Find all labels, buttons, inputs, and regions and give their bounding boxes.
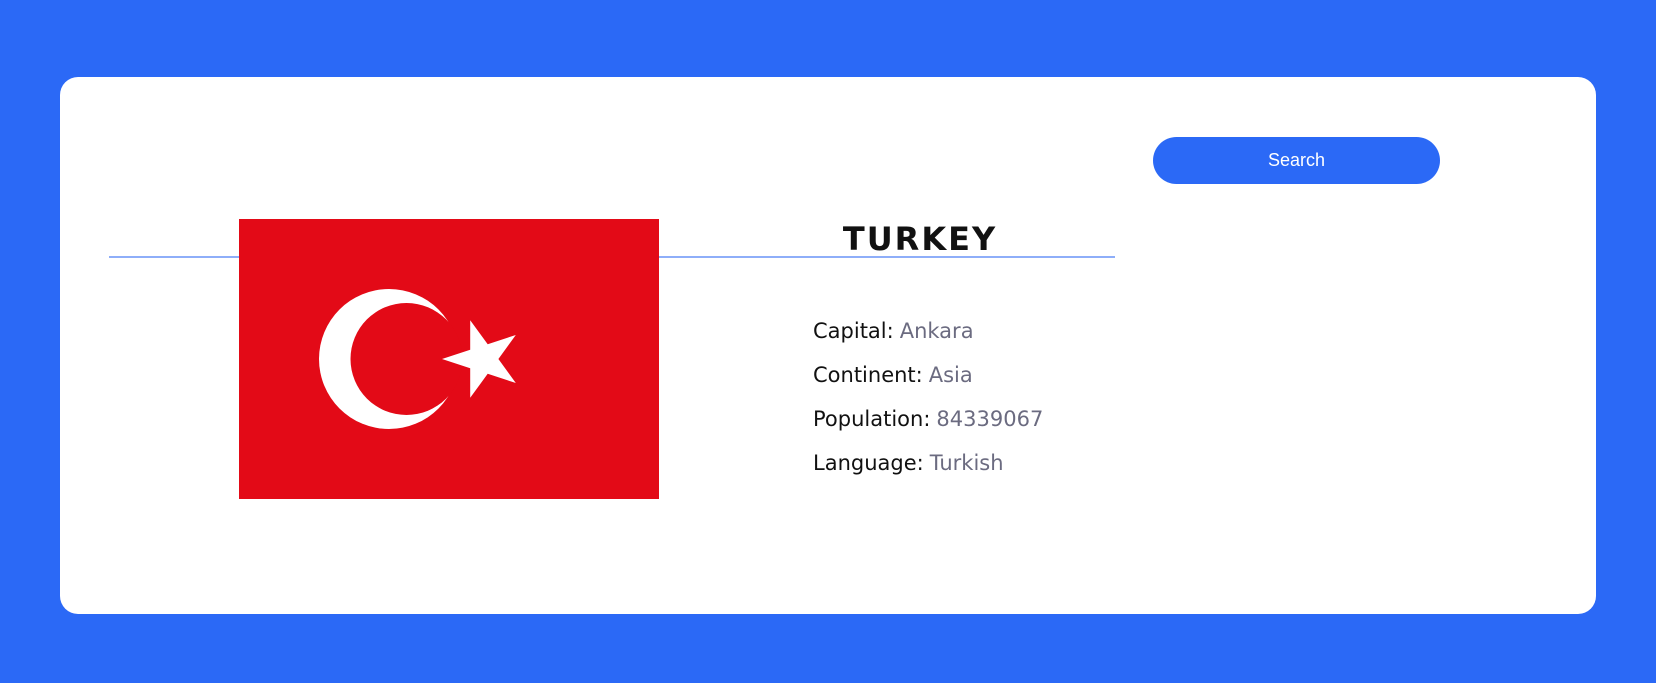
language-row: Language: Turkish	[813, 441, 1043, 485]
capital-label: Capital:	[813, 319, 894, 343]
continent-value: Asia	[928, 363, 973, 387]
country-details: Capital: Ankara Continent: Asia Population…	[813, 309, 1043, 485]
turkey-flag-icon	[239, 219, 659, 499]
capital-row: Capital: Ankara	[813, 309, 1043, 353]
language-label: Language:	[813, 451, 924, 475]
population-row: Population: 84339067	[813, 397, 1043, 441]
population-label: Population:	[813, 407, 931, 431]
country-title: TURKEY	[842, 220, 998, 258]
search-button[interactable]: Search	[1153, 137, 1440, 184]
continent-row: Continent: Asia	[813, 353, 1043, 397]
language-value: Turkish	[929, 451, 1004, 475]
continent-label: Continent:	[813, 363, 923, 387]
population-value: 84339067	[936, 407, 1044, 431]
country-card: Search TURKEY Capital:Ankara Continent:A…	[60, 77, 1596, 614]
capital-value: Ankara	[899, 319, 974, 343]
